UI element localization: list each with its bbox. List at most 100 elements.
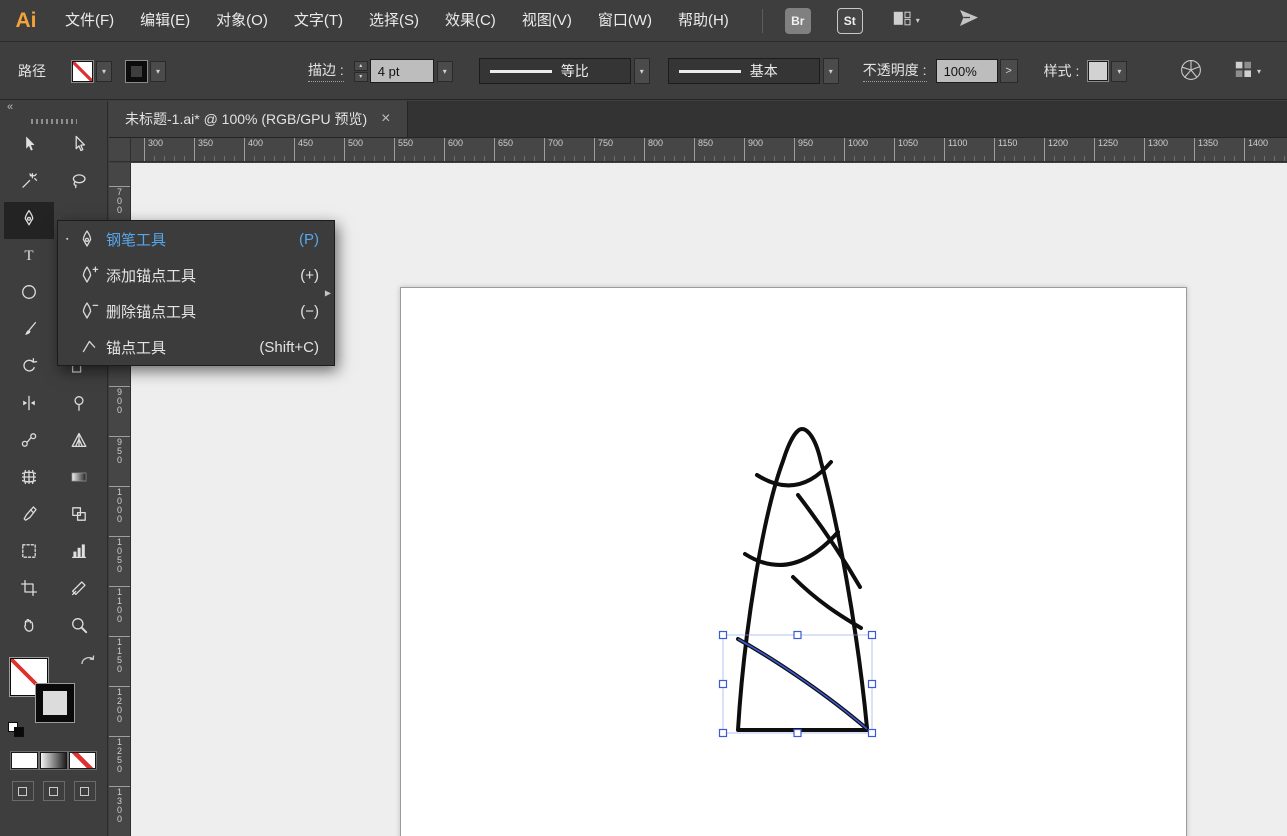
- width-tool[interactable]: [4, 387, 54, 424]
- stroke-dropdown-button[interactable]: ▾: [150, 61, 166, 82]
- hruler-label: 1350: [1194, 138, 1218, 161]
- opacity-label[interactable]: 不透明度 :: [863, 60, 927, 82]
- horizontal-ruler[interactable]: 3003504004505005506006507007508008509009…: [131, 138, 1287, 161]
- brush-control: 基本 ▾: [668, 58, 839, 84]
- selection-handle[interactable]: [720, 632, 727, 639]
- document-tab[interactable]: 未标题-1.ai* @ 100% (RGB/GPU 预览) ×: [109, 101, 408, 137]
- menu-edit[interactable]: 编辑(E): [127, 0, 203, 42]
- draw-normal-button[interactable]: [12, 781, 34, 801]
- fill-dropdown-button[interactable]: ▾: [96, 61, 112, 82]
- flyout-tear-arrow-icon[interactable]: ▶: [325, 289, 331, 298]
- width-profile-select[interactable]: 等比: [479, 58, 631, 84]
- delete-anchor-point-tool-icon: [79, 301, 106, 321]
- flyout-item-pen-tool[interactable]: ▪钢笔工具(P): [58, 221, 334, 257]
- menu-select[interactable]: 选择(S): [356, 0, 432, 42]
- stroke-profile-preview: [490, 70, 552, 73]
- svg-text:T: T: [24, 248, 33, 264]
- artboard-tool[interactable]: [4, 572, 54, 609]
- swap-fill-stroke-button[interactable]: [80, 654, 96, 673]
- selection-handle[interactable]: [720, 681, 727, 688]
- selection-handle[interactable]: [869, 730, 876, 737]
- lasso-tool[interactable]: [54, 165, 104, 202]
- stroke-weight-label[interactable]: 描边 :: [308, 60, 344, 82]
- default-fill-stroke-button[interactable]: [8, 722, 26, 738]
- bridge-button[interactable]: Br: [785, 8, 811, 34]
- menu-window[interactable]: 窗口(W): [585, 0, 665, 42]
- brush-select[interactable]: 基本: [668, 58, 820, 84]
- color-themes-button[interactable]: [1179, 58, 1203, 85]
- selection-handle[interactable]: [869, 632, 876, 639]
- selection-handle[interactable]: [794, 730, 801, 737]
- stroke-weight-field[interactable]: 4 pt: [370, 59, 434, 83]
- stroke-color-swatch[interactable]: [126, 61, 147, 82]
- stepper-down-icon[interactable]: ▾: [354, 72, 368, 82]
- column-graph-tool[interactable]: [54, 535, 104, 572]
- style-swatch[interactable]: [1088, 61, 1108, 81]
- opacity-field[interactable]: 100%: [936, 59, 998, 83]
- slice-tool[interactable]: [54, 572, 104, 609]
- apply-gradient-button[interactable]: [40, 752, 67, 769]
- type-tool-icon: T: [20, 246, 38, 269]
- menu-file[interactable]: 文件(F): [52, 0, 127, 42]
- arrange-documents-button[interactable]: ▾: [1235, 61, 1261, 81]
- stroke-weight-dropdown-button[interactable]: ▾: [437, 61, 453, 82]
- flyout-item-anchor-point-tool[interactable]: 锚点工具(Shift+C): [58, 329, 334, 365]
- rotate-tool[interactable]: [4, 350, 54, 387]
- style-label: 样式 :: [1044, 61, 1080, 81]
- graph-tool[interactable]: [4, 535, 54, 572]
- chevron-down-icon: ▾: [1257, 67, 1261, 76]
- selection-tool[interactable]: [4, 128, 54, 165]
- panel-collapse-button[interactable]: «: [0, 101, 107, 115]
- width-profile-dropdown-button[interactable]: ▾: [634, 58, 650, 84]
- vruler-label: 7 0 0: [109, 186, 130, 215]
- menu-view[interactable]: 视图(V): [509, 0, 585, 42]
- menu-object[interactable]: 对象(O): [203, 0, 281, 42]
- magic-wand-tool[interactable]: [4, 165, 54, 202]
- stroke-proxy-swatch[interactable]: [36, 684, 74, 722]
- selection-handle[interactable]: [720, 730, 727, 737]
- menu-type[interactable]: 文字(T): [281, 0, 356, 42]
- hruler-label: 300: [144, 138, 163, 161]
- type-tool[interactable]: T: [4, 239, 54, 276]
- workspace-switcher[interactable]: ▾: [893, 11, 920, 31]
- selection-handle[interactable]: [869, 681, 876, 688]
- stock-button[interactable]: St: [837, 8, 863, 34]
- mesh-tool[interactable]: [4, 461, 54, 498]
- bamboo-drawing[interactable]: [738, 429, 867, 730]
- flyout-item-add-anchor-point-tool[interactable]: 添加锚点工具(+): [58, 257, 334, 293]
- ruler-corner[interactable]: [109, 138, 131, 161]
- draw-inside-button[interactable]: [74, 781, 96, 801]
- fill-swatch[interactable]: [72, 61, 93, 82]
- flyout-item-shortcut: (Shift+C): [259, 339, 319, 356]
- apply-none-button[interactable]: [69, 752, 96, 769]
- blend-tool[interactable]: [4, 424, 54, 461]
- eyedropper-tool[interactable]: [4, 498, 54, 535]
- hand-tool[interactable]: [4, 609, 54, 646]
- menu-help[interactable]: 帮助(H): [665, 0, 742, 42]
- stepper-up-icon[interactable]: ▴: [354, 61, 368, 71]
- panel-drag-grip[interactable]: [31, 119, 77, 124]
- symbol-tool[interactable]: [54, 498, 104, 535]
- menu-effect[interactable]: 效果(C): [432, 0, 509, 42]
- style-dropdown-button[interactable]: ▾: [1111, 61, 1127, 82]
- selection-handle[interactable]: [794, 632, 801, 639]
- ellipse-tool[interactable]: [4, 276, 54, 313]
- flyout-item-delete-anchor-point-tool[interactable]: 删除锚点工具(−): [58, 293, 334, 329]
- workspace-icon: [893, 11, 911, 31]
- vruler-label: 1 0 5 0: [109, 536, 130, 574]
- apply-color-button[interactable]: [11, 752, 38, 769]
- zoom-tool[interactable]: [54, 609, 104, 646]
- draw-behind-button[interactable]: [43, 781, 65, 801]
- stroke-weight-stepper[interactable]: ▴ ▾: [354, 61, 368, 82]
- brush-dropdown-button[interactable]: ▾: [823, 58, 839, 84]
- perspective-grid-tool[interactable]: [54, 424, 104, 461]
- hruler-label: 450: [294, 138, 313, 161]
- share-button[interactable]: [958, 8, 980, 33]
- paintbrush-tool[interactable]: [4, 313, 54, 350]
- shaper-tool[interactable]: [54, 387, 104, 424]
- opacity-expand-button[interactable]: >: [1000, 59, 1018, 83]
- pen-tool[interactable]: [4, 202, 54, 239]
- direct-selection-tool[interactable]: [54, 128, 104, 165]
- tab-close-icon[interactable]: ×: [381, 110, 390, 128]
- gradient-tool[interactable]: [54, 461, 104, 498]
